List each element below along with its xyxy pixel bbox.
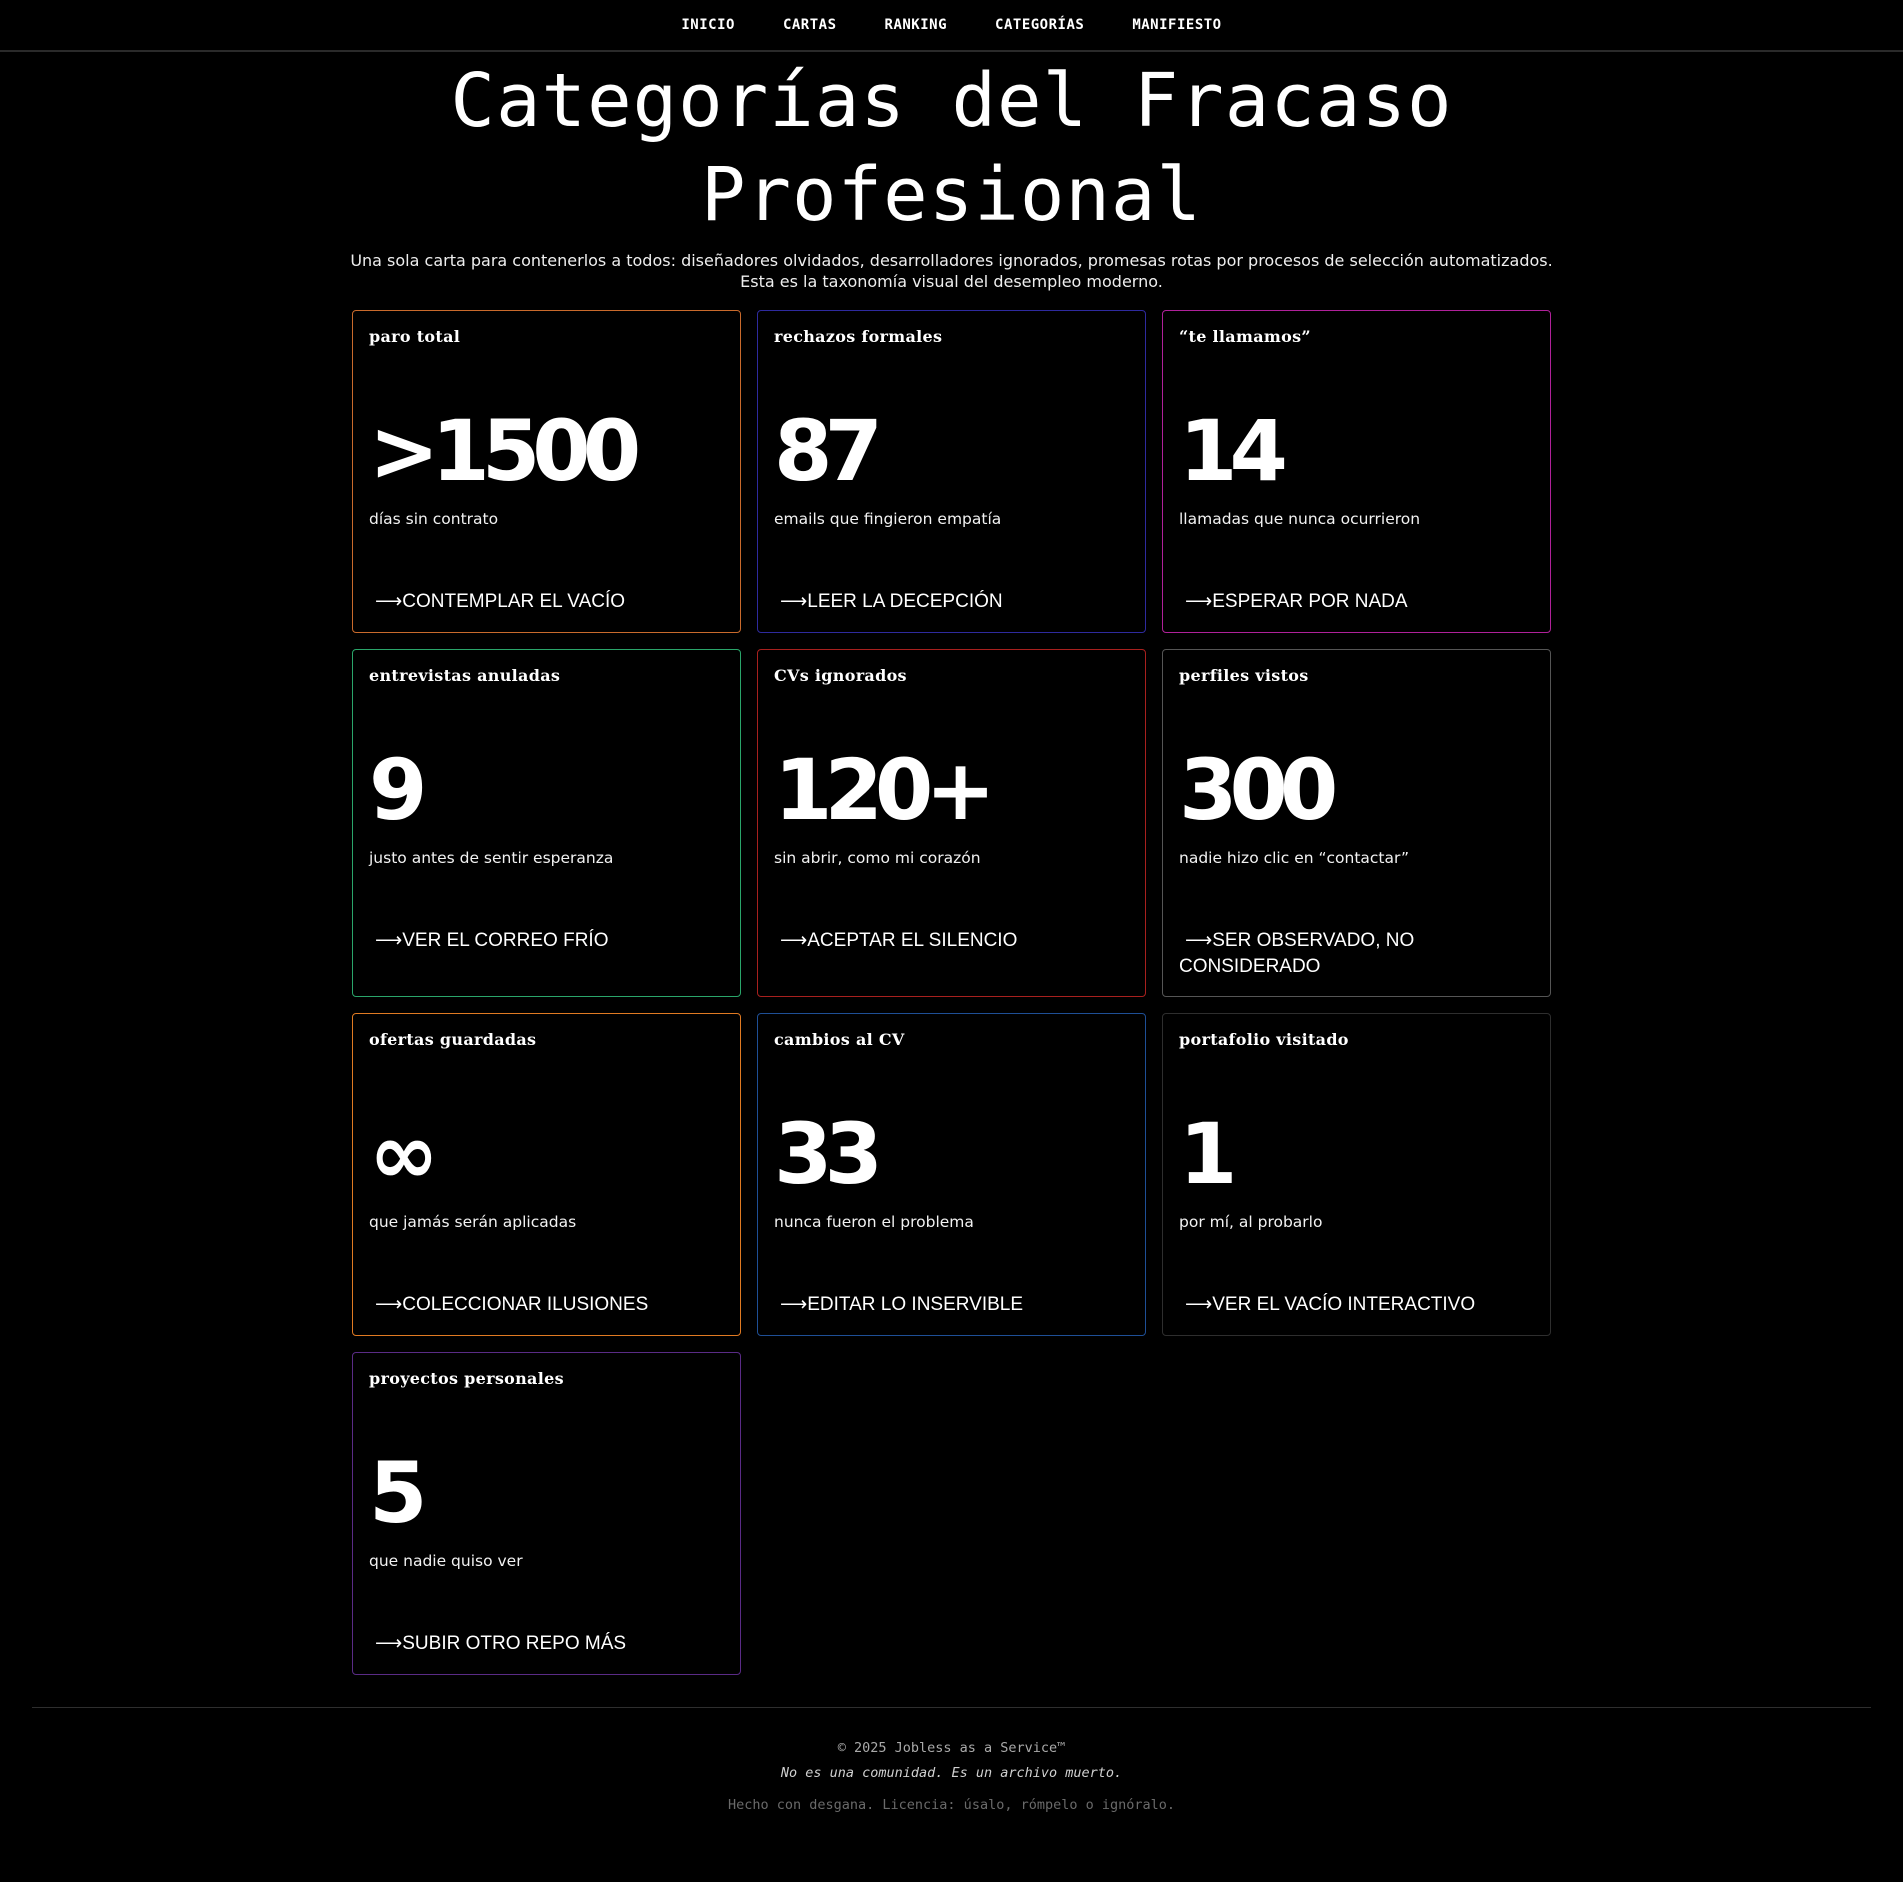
card-label: portafolio visitado [1179,1030,1349,1049]
category-card-te-llamamos: “te llamamos” 14 llamadas que nunca ocur… [1162,310,1551,633]
category-card-proyectos-personales: proyectos personales 5 que nadie quiso v… [352,1352,741,1675]
card-label: CVs ignorados [774,666,907,685]
card-number: 87 [774,402,883,500]
card-link-label: LEER LA DECEPCIÓN [807,591,1003,612]
category-card-cambios-al-cv: cambios al CV 33 nunca fueron el problem… [757,1013,1146,1336]
arrow-right-icon: ⟶ [1185,930,1213,951]
nav-item-categorias[interactable]: CATEGORÍAS [995,17,1084,33]
arrow-right-icon: ⟶ [780,930,808,951]
category-card-cvs-ignorados: CVs ignorados 120+ sin abrir, como mi co… [757,649,1146,997]
footer-license: Hecho con desgana. Licencia: úsalo, rómp… [727,1797,1176,1813]
nav-item-manifiesto[interactable]: MANIFIESTO [1132,17,1221,33]
card-label: “te llamamos” [1179,327,1311,346]
card-link[interactable]: ⟶LEER LA DECEPCIÓN [774,589,1129,615]
card-number: 300 [1179,741,1338,839]
card-number: 14 [1179,402,1288,500]
arrow-right-icon: ⟶ [780,591,808,612]
card-label: cambios al CV [774,1030,905,1049]
top-navigation: INICIO CARTAS RANKING CATEGORÍAS MANIFIE… [0,0,1903,52]
arrow-right-icon: ⟶ [1185,1294,1213,1315]
card-link-label: CONTEMPLAR EL VACÍO [402,591,626,612]
card-link[interactable]: ⟶SUBIR OTRO REPO MÁS [369,1631,724,1657]
card-link-label: SUBIR OTRO REPO MÁS [402,1633,627,1654]
card-label: rechazos formales [774,327,943,346]
footer-copyright: © 2025 Jobless as a Service™ [837,1740,1066,1756]
arrow-right-icon: ⟶ [375,1294,403,1315]
card-number: ∞ [369,1105,439,1203]
card-description: que jamás serán aplicadas [369,1213,577,1231]
card-label: perfiles vistos [1179,666,1309,685]
card-number: 5 [369,1444,428,1542]
card-link-label: ESPERAR POR NADA [1212,591,1408,612]
footer: © 2025 Jobless as a Service™ No es una c… [32,1707,1871,1813]
nav-item-ranking[interactable]: RANKING [885,17,948,33]
card-link-label: VER EL VACÍO INTERACTIVO [1212,1294,1476,1315]
card-link-label: VER EL CORREO FRÍO [402,930,609,951]
card-description: que nadie quiso ver [369,1552,523,1570]
arrow-right-icon: ⟶ [1185,591,1213,612]
card-number: >1500 [369,402,641,500]
card-link-label: SER OBSERVADO, NO CONSIDERADO [1179,930,1415,977]
card-description: nadie hizo clic en “contactar” [1179,849,1410,867]
card-link[interactable]: ⟶ACEPTAR EL SILENCIO [774,928,1129,954]
arrow-right-icon: ⟶ [375,930,403,951]
card-description: justo antes de sentir esperanza [369,849,614,867]
page-title: Categorías del Fracaso Profesional [450,58,1453,238]
category-card-paro-total: paro total >1500 días sin contrato ⟶CONT… [352,310,741,633]
card-label: entrevistas anuladas [369,666,561,685]
arrow-right-icon: ⟶ [375,1633,403,1654]
card-link-label: COLECCIONAR ILUSIONES [402,1294,649,1315]
card-label: paro total [369,327,461,346]
card-description: nunca fueron el problema [774,1213,974,1231]
page-subtitle: Una sola carta para contenerlos a todos:… [350,251,1553,291]
card-label: proyectos personales [369,1369,564,1388]
category-card-ofertas-guardadas: ofertas guardadas ∞ que jamás serán apli… [352,1013,741,1336]
arrow-right-icon: ⟶ [780,1294,808,1315]
card-link[interactable]: ⟶VER EL CORREO FRÍO [369,928,724,954]
card-link[interactable]: ⟶VER EL VACÍO INTERACTIVO [1179,1292,1534,1318]
footer-tagline: No es una comunidad. Es un archivo muert… [780,1765,1123,1781]
card-link-label: EDITAR LO INSERVIBLE [807,1294,1024,1315]
card-number: 120+ [774,741,996,839]
card-link[interactable]: ⟶COLECCIONAR ILUSIONES [369,1292,724,1318]
card-description: sin abrir, como mi corazón [774,849,981,867]
category-grid: paro total >1500 días sin contrato ⟶CONT… [352,310,1552,1675]
category-card-entrevistas-anuladas: entrevistas anuladas 9 justo antes de se… [352,649,741,997]
card-number: 33 [774,1105,883,1203]
card-number: 9 [369,741,428,839]
arrow-right-icon: ⟶ [375,591,403,612]
card-number: 1 [1179,1105,1238,1203]
card-link[interactable]: ⟶ESPERAR POR NADA [1179,589,1534,615]
category-card-rechazos-formales: rechazos formales 87 emails que fingiero… [757,310,1146,633]
card-label: ofertas guardadas [369,1030,537,1049]
card-link[interactable]: ⟶SER OBSERVADO, NO CONSIDERADO [1179,928,1534,980]
card-description: por mí, al probarlo [1179,1213,1323,1231]
card-link[interactable]: ⟶CONTEMPLAR EL VACÍO [369,589,724,615]
card-description: emails que fingieron empatía [774,510,1002,528]
category-card-perfiles-vistos: perfiles vistos 300 nadie hizo clic en “… [1162,649,1551,997]
card-link[interactable]: ⟶EDITAR LO INSERVIBLE [774,1292,1129,1318]
nav-item-cartas[interactable]: CARTAS [783,17,837,33]
card-description: días sin contrato [369,510,499,528]
category-card-portafolio-visitado: portafolio visitado 1 por mí, al probarl… [1162,1013,1551,1336]
card-description: llamadas que nunca ocurrieron [1179,510,1421,528]
nav-item-inicio[interactable]: INICIO [681,17,735,33]
card-link-label: ACEPTAR EL SILENCIO [807,930,1018,951]
